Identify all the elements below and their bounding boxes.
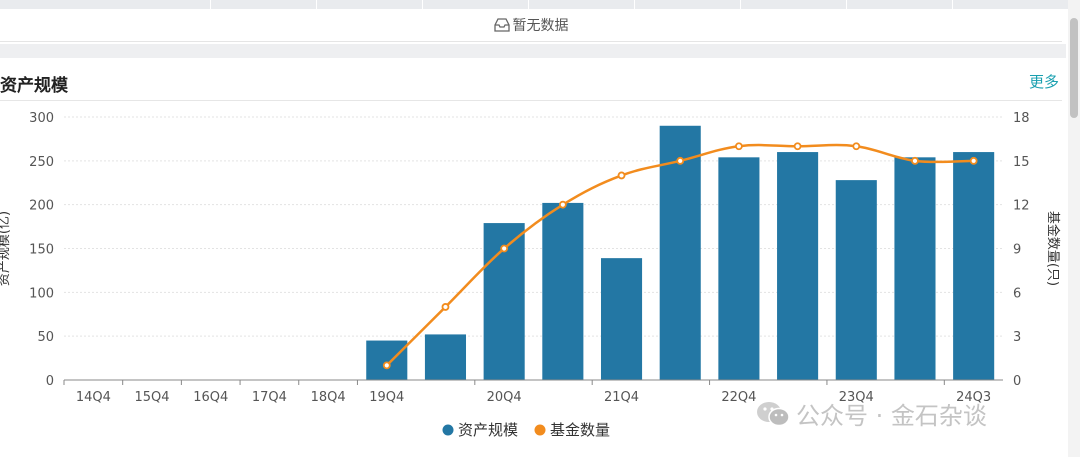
legend-label[interactable]: 基金数量 [550, 421, 610, 439]
right-tick-label: 18 [1013, 111, 1030, 126]
scrollbar-thumb[interactable] [1070, 18, 1078, 118]
x-tick-label: 19Q4 [369, 390, 404, 405]
left-axis-ticks: 0 50 100 150 200 250 300 [29, 111, 54, 389]
x-tick-label: 15Q4 [135, 390, 170, 405]
table-header-row [0, 0, 1068, 9]
legend-label[interactable]: 资产规模 [458, 421, 518, 439]
x-tick-label: 18Q4 [311, 390, 346, 405]
line-point[interactable] [558, 200, 567, 209]
more-link[interactable]: 更多 [1029, 71, 1059, 92]
line-point[interactable] [500, 244, 509, 253]
line-point[interactable] [617, 171, 626, 180]
x-tick-label: 14Q4 [76, 390, 111, 405]
left-tick-label: 300 [29, 111, 54, 126]
right-tick-label: 15 [1013, 155, 1030, 170]
bar[interactable] [835, 180, 877, 380]
bar[interactable] [600, 258, 643, 380]
wechat-icon [757, 401, 790, 426]
section-title: 资产规模 [0, 76, 68, 96]
bar[interactable] [777, 152, 819, 380]
scrollbar-track[interactable] [1068, 0, 1080, 457]
x-tick-label: 22Q4 [721, 390, 756, 405]
left-tick-label: 50 [37, 330, 54, 345]
header-separator [634, 0, 635, 9]
watermark-text: 公众号 · 金石杂谈 [796, 402, 987, 430]
watermark: 公众号 · 金石杂谈 [756, 396, 987, 431]
empty-text: 暂无数据 [512, 18, 569, 34]
x-tick-label: 17Q4 [252, 390, 287, 405]
right-tick-label: 9 [1013, 243, 1021, 258]
chart-legend[interactable]: 资产规模 基金数量 [442, 421, 611, 439]
header-separator [316, 0, 317, 9]
header-separator [846, 0, 847, 9]
left-tick-label: 250 [29, 155, 54, 170]
right-tick-label: 12 [1013, 199, 1030, 214]
bar[interactable] [894, 157, 936, 380]
right-tick-label: 6 [1013, 286, 1021, 301]
empty-table-row: 暂无数据 [0, 9, 1062, 42]
bar[interactable] [424, 334, 467, 380]
line-point[interactable] [676, 156, 685, 165]
line-point[interactable] [911, 156, 919, 165]
line-point[interactable] [382, 361, 391, 370]
bar[interactable] [366, 340, 408, 380]
x-tick-label: 16Q4 [193, 390, 228, 405]
left-tick-label: 150 [29, 243, 54, 258]
header-separator [528, 0, 529, 9]
right-axis-title: 基金数量(只) [1045, 211, 1061, 286]
left-tick-label: 100 [29, 286, 54, 301]
bar[interactable] [718, 157, 760, 380]
inbox-icon [493, 18, 510, 32]
line-point[interactable] [441, 303, 450, 311]
left-tick-label: 0 [46, 374, 54, 389]
left-tick-label: 200 [29, 199, 54, 214]
bar[interactable] [542, 202, 584, 380]
legend-marker[interactable] [534, 424, 546, 436]
header-separator [210, 0, 211, 9]
legend-marker[interactable] [442, 424, 454, 436]
right-tick-label: 3 [1013, 330, 1021, 345]
header-separator [952, 0, 953, 9]
right-tick-label: 0 [1013, 374, 1021, 389]
bar[interactable] [953, 152, 995, 380]
left-axis-title: 资产规模(亿) [0, 211, 12, 286]
x-tick-label: 20Q4 [487, 390, 522, 405]
header-separator [740, 0, 741, 9]
line-point[interactable] [735, 142, 743, 151]
line-point[interactable] [793, 142, 802, 151]
header-separator [422, 0, 423, 9]
section-divider [0, 44, 1066, 58]
right-axis-ticks: 0 3 6 9 12 15 18 [1013, 111, 1030, 389]
x-tick-label: 21Q4 [604, 390, 639, 405]
line-point[interactable] [852, 142, 861, 151]
line-point[interactable] [969, 156, 978, 165]
